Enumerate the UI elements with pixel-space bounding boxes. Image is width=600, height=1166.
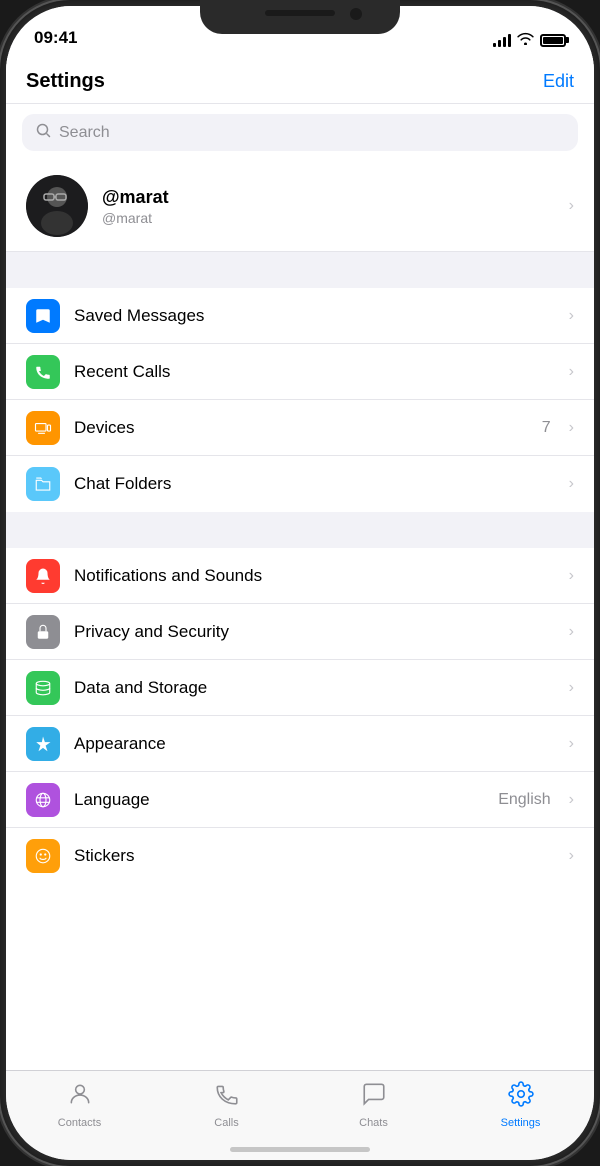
screen-content: Settings Edit Search xyxy=(6,56,594,1070)
settings-item-notifications[interactable]: Notifications and Sounds › xyxy=(6,548,594,604)
notch xyxy=(200,0,400,34)
settings-item-appearance[interactable]: Appearance › xyxy=(6,716,594,772)
saved-messages-icon xyxy=(26,299,60,333)
calls-tab-label: Calls xyxy=(214,1117,238,1129)
data-icon xyxy=(26,671,60,705)
tab-settings[interactable]: Settings xyxy=(447,1081,594,1129)
phone-inner: 09:41 xyxy=(6,6,594,1160)
section-2-list: Notifications and Sounds › Privacy and S… xyxy=(6,548,594,884)
section-separator-1 xyxy=(6,252,594,288)
privacy-icon xyxy=(26,615,60,649)
search-bar[interactable]: Search xyxy=(22,114,578,151)
data-label: Data and Storage xyxy=(74,678,555,698)
profile-info: @marat @marat xyxy=(102,187,555,226)
contacts-tab-icon xyxy=(67,1081,93,1114)
avatar xyxy=(26,175,88,237)
settings-header: Settings Edit xyxy=(6,56,594,104)
settings-item-saved-messages[interactable]: Saved Messages › xyxy=(6,288,594,344)
stickers-label: Stickers xyxy=(74,846,555,866)
chat-folders-icon xyxy=(26,467,60,501)
tab-calls[interactable]: Calls xyxy=(153,1081,300,1129)
signal-bars-icon xyxy=(493,33,511,47)
profile-chevron-icon: › xyxy=(569,197,574,215)
section-separator-2 xyxy=(6,512,594,548)
chats-tab-icon xyxy=(361,1081,387,1114)
settings-item-devices[interactable]: Devices 7 › xyxy=(6,400,594,456)
notifications-icon xyxy=(26,559,60,593)
saved-messages-chevron-icon: › xyxy=(569,307,574,325)
tab-chats[interactable]: Chats xyxy=(300,1081,447,1129)
settings-tab-label: Settings xyxy=(501,1117,541,1129)
language-label: Language xyxy=(74,790,484,810)
wifi-icon xyxy=(517,32,534,48)
settings-tab-icon xyxy=(508,1081,534,1114)
data-chevron-icon: › xyxy=(569,679,574,697)
language-icon xyxy=(26,783,60,817)
stickers-icon xyxy=(26,839,60,873)
saved-messages-label: Saved Messages xyxy=(74,306,555,326)
settings-item-language[interactable]: Language English › xyxy=(6,772,594,828)
recent-calls-chevron-icon: › xyxy=(569,363,574,381)
appearance-chevron-icon: › xyxy=(569,735,574,753)
profile-section[interactable]: @marat @marat › xyxy=(6,161,594,252)
section-1-list: Saved Messages › Recent Calls › Devices … xyxy=(6,288,594,512)
language-value: English xyxy=(498,791,550,809)
page-title: Settings xyxy=(26,70,105,93)
edit-button[interactable]: Edit xyxy=(543,71,574,92)
status-time: 09:41 xyxy=(34,28,77,48)
search-container: Search xyxy=(6,104,594,161)
search-input[interactable]: Search xyxy=(59,124,110,142)
chat-folders-chevron-icon: › xyxy=(569,475,574,493)
recent-calls-label: Recent Calls xyxy=(74,362,555,382)
devices-badge: 7 xyxy=(542,419,551,437)
profile-name: @marat xyxy=(102,187,555,208)
privacy-label: Privacy and Security xyxy=(74,622,555,642)
speaker xyxy=(265,10,335,16)
notifications-chevron-icon: › xyxy=(569,567,574,585)
settings-item-chat-folders[interactable]: Chat Folders › xyxy=(6,456,594,512)
appearance-label: Appearance xyxy=(74,734,555,754)
notifications-label: Notifications and Sounds xyxy=(74,566,555,586)
devices-label: Devices xyxy=(74,418,528,438)
calls-tab-icon xyxy=(214,1081,240,1114)
status-icons xyxy=(493,32,566,48)
camera xyxy=(350,8,362,20)
chats-tab-label: Chats xyxy=(359,1117,388,1129)
recent-calls-icon xyxy=(26,355,60,389)
search-icon xyxy=(36,123,51,142)
appearance-icon xyxy=(26,727,60,761)
avatar-image xyxy=(26,175,88,237)
settings-item-privacy[interactable]: Privacy and Security › xyxy=(6,604,594,660)
chat-folders-label: Chat Folders xyxy=(74,474,555,494)
settings-item-stickers[interactable]: Stickers › xyxy=(6,828,594,884)
contacts-tab-label: Contacts xyxy=(58,1117,101,1129)
home-indicator xyxy=(230,1147,370,1152)
profile-handle: @marat xyxy=(102,210,555,226)
battery-icon xyxy=(540,34,566,47)
language-chevron-icon: › xyxy=(569,791,574,809)
devices-icon xyxy=(26,411,60,445)
privacy-chevron-icon: › xyxy=(569,623,574,641)
settings-item-data[interactable]: Data and Storage › xyxy=(6,660,594,716)
devices-chevron-icon: › xyxy=(569,419,574,437)
tab-contacts[interactable]: Contacts xyxy=(6,1081,153,1129)
phone-frame: 09:41 xyxy=(0,0,600,1166)
stickers-chevron-icon: › xyxy=(569,847,574,865)
settings-item-recent-calls[interactable]: Recent Calls › xyxy=(6,344,594,400)
